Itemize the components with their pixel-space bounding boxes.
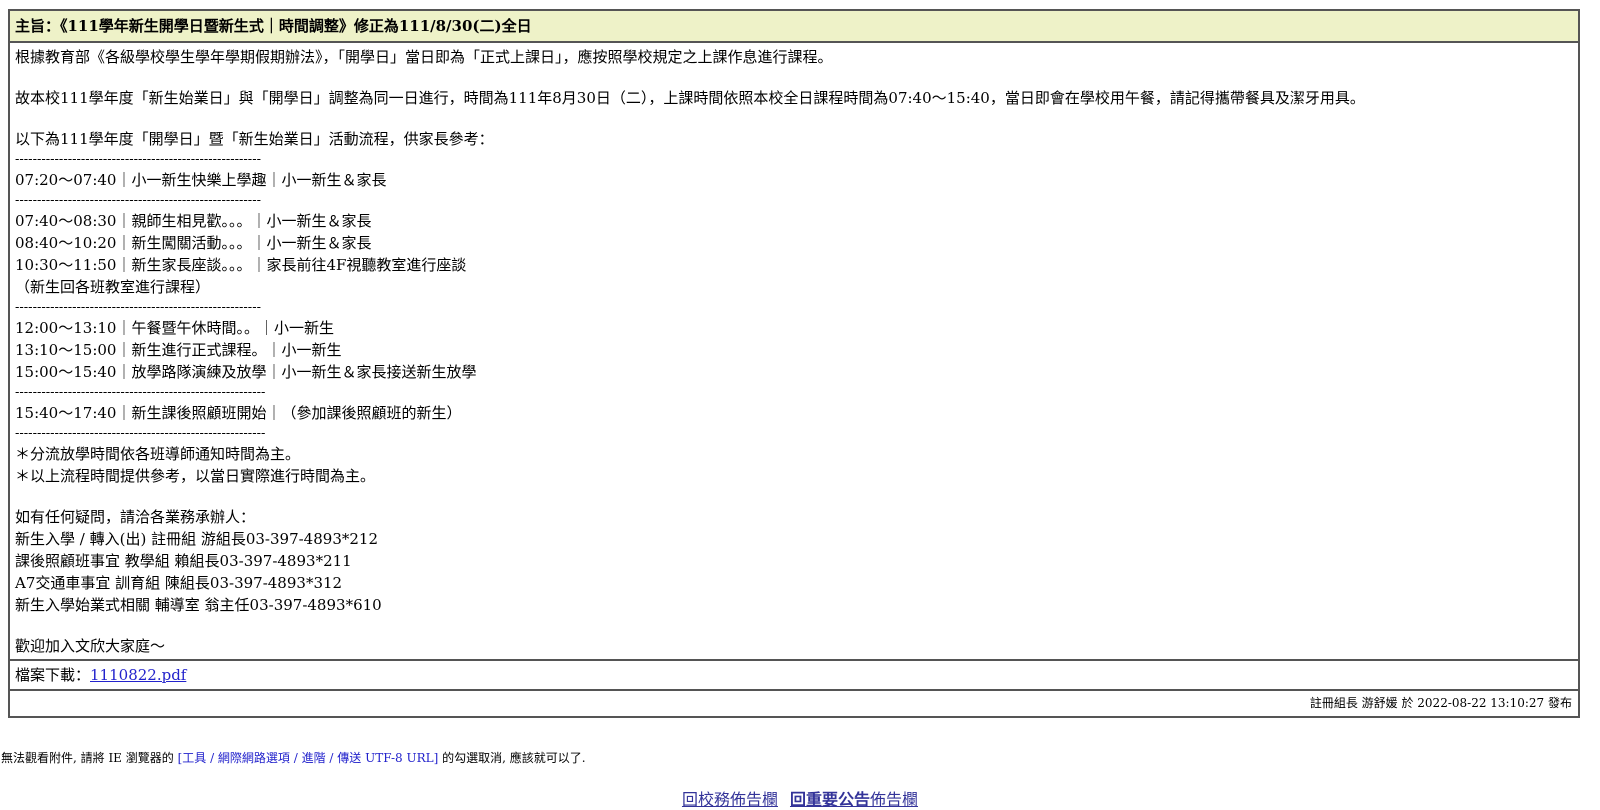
body-line: 以下為111學年度「開學日」暨「新生始業日」活動流程，供家長參考： <box>15 130 494 148</box>
note-prefix: 無法觀看附件, 請將 IE 瀏覽器的 <box>1 751 178 765</box>
body-line: ＊分流放學時間依各班導師通知時間為主。 <box>15 445 301 463</box>
important-rest-text: 佈告欄 <box>870 790 919 809</box>
back-to-important-board-link[interactable]: 回重要公告佈告欄 <box>790 790 918 809</box>
announcement-panel: 主旨：《111學年新生開學日暨新生式｜時間調整》修正為111/8/30(二)全日… <box>8 9 1580 718</box>
note-suffix: 的勾選取消, 應該就可以了. <box>438 751 586 765</box>
back-to-school-board-link[interactable]: 回校務佈告欄 <box>682 790 778 809</box>
body-line: 10:30～11:50｜新生家長座談。。。｜家長前往4F視聽教室進行座談 <box>15 256 467 274</box>
body-line: （新生回各班教室進行課程） <box>15 278 211 296</box>
post-meta: 註冊組長 游舒媛 於 2022-08-22 13:10:27 發布 <box>1309 696 1572 710</box>
body-line: 新生入學始業式相關 輔導室 翁主任03-397-4893*610 <box>15 596 382 614</box>
body-line: 07:40～08:30｜親師生相見歡。。。｜小一新生＆家長 <box>15 212 372 230</box>
body-line: 根據教育部《各級學校學生學年學期假期辦法》，「開學日」當日即為「正式上課日」，應… <box>15 48 833 66</box>
body-line: A7交通車事宜 訓育組 陳組長03-397-4893*312 <box>15 574 343 592</box>
body-line <box>15 616 1573 635</box>
download-row: 檔案下載：1110822.pdf <box>10 661 1578 691</box>
announcement-subject: 主旨：《111學年新生開學日暨新生式｜時間調整》修正為111/8/30(二)全日 <box>10 11 1578 43</box>
utf8-note: 無法觀看附件, 請將 IE 瀏覽器的 [工具 / 網際網路選項 / 進階 / 傳… <box>1 749 586 766</box>
body-line: ----------------------------------------… <box>15 193 261 208</box>
body-line: ＊以上流程時間提供參考，以當日實際進行時間為主。 <box>15 467 376 485</box>
bottom-nav: 回校務佈告欄 回重要公告佈告欄 <box>0 786 1600 810</box>
body-line: 課後照顧班事宜 教學組 賴組長03-397-4893*211 <box>15 552 352 570</box>
body-line: 15:00～15:40｜放學路隊演練及放學｜小一新生＆家長接送新生放學 <box>15 363 477 381</box>
download-label: 檔案下載： <box>15 666 91 684</box>
body-line: ----------------------------------------… <box>15 152 261 167</box>
note-settings-path: [工具 / 網際網路選項 / 進階 / 傳送 UTF-8 URL] <box>177 751 439 765</box>
body-line: 07:20～07:40｜小一新生快樂上學趣｜小一新生＆家長 <box>15 171 387 189</box>
body-line: 新生入學 / 轉入(出) 註冊組 游組長03-397-4893*212 <box>15 530 378 548</box>
body-line: 15:40～17:40｜新生課後照顧班開始｜（參加課後照顧班的新生） <box>15 404 462 422</box>
body-line: 08:40～10:20｜新生闖關活動。。。｜小一新生＆家長 <box>15 234 372 252</box>
important-bold-text: 回重要公告 <box>789 790 870 809</box>
body-line <box>15 68 1573 87</box>
body-line <box>15 109 1573 128</box>
announcement-body: 根據教育部《各級學校學生學年學期假期辦法》，「開學日」當日即為「正式上課日」，應… <box>10 43 1578 661</box>
body-line: 歡迎加入文欣大家庭～ <box>15 637 166 655</box>
body-line: ----------------------------------------… <box>15 300 261 315</box>
body-line: ----------------------------------------… <box>15 385 266 400</box>
body-line <box>15 487 1573 506</box>
body-line: 12:00～13:10｜午餐暨午休時間。。｜小一新生 <box>15 319 334 337</box>
download-file-link[interactable]: 1110822.pdf <box>90 666 186 684</box>
body-line: 如有任何疑問，請洽各業務承辦人： <box>15 508 256 526</box>
body-line: ----------------------------------------… <box>15 426 266 441</box>
body-line: 13:10～15:00｜新生進行正式課程。｜小一新生 <box>15 341 342 359</box>
body-line: 故本校111學年度「新生始業日」與「開學日」調整為同一日進行，時間為111年8月… <box>15 89 1365 107</box>
